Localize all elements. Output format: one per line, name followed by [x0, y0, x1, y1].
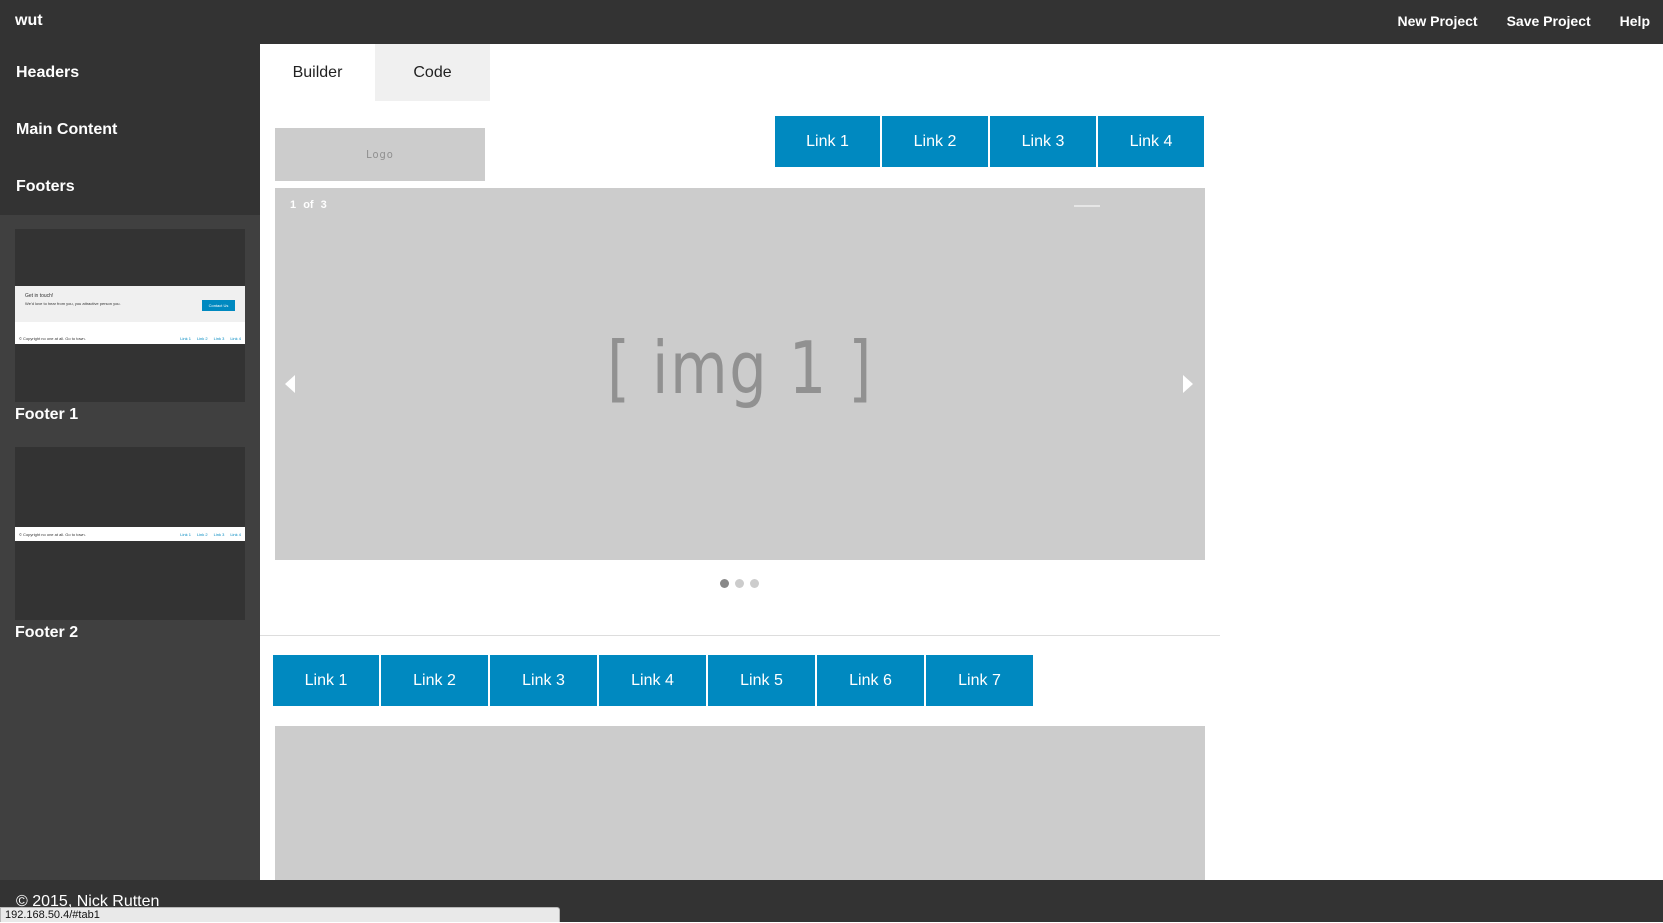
- browser-status-url: 192.168.50.4/#tab1: [0, 907, 560, 922]
- logo-placeholder[interactable]: Logo: [275, 128, 485, 181]
- sidebar-item-footers[interactable]: Footers: [0, 158, 260, 215]
- preview-copyright: © Copyright no one at all. Go to town.: [19, 336, 86, 341]
- main-nav: Link 1 Link 2 Link 3 Link 4 Link 5 Link …: [273, 655, 1033, 706]
- header-link-4[interactable]: Link 4: [1096, 116, 1204, 167]
- carousel-dot[interactable]: [750, 579, 759, 588]
- tab-builder[interactable]: Builder: [260, 44, 375, 101]
- carousel-prev-arrow-icon[interactable]: [285, 375, 295, 393]
- sidebar-item-main-content[interactable]: Main Content: [0, 101, 260, 158]
- top-nav: New Project Save Project Help: [1397, 13, 1650, 29]
- nav-link-7[interactable]: Link 7: [924, 655, 1033, 706]
- slide-total: 3: [320, 199, 327, 211]
- slide-of: of: [303, 199, 314, 211]
- app-brand[interactable]: wut: [15, 12, 43, 30]
- carousel-image-placeholder: [ img 1 ]: [606, 326, 874, 410]
- carousel-pagination: [720, 579, 759, 588]
- preview-contact-button: Contact Us: [202, 300, 235, 311]
- preview-link: Link 4: [230, 532, 241, 537]
- header-link-1[interactable]: Link 1: [775, 116, 880, 167]
- preview-link: Link 1: [180, 532, 191, 537]
- preview-links: Link 1 Link 2 Link 3 Link 4: [180, 336, 241, 341]
- sidebar: Headers Main Content Footers Get in touc…: [0, 44, 260, 880]
- preview-link: Link 2: [196, 532, 208, 537]
- carousel-dot[interactable]: [720, 579, 729, 588]
- preview-heading: Get in touch!: [25, 293, 54, 299]
- preview-subtext: We'd love to hear from you, you attracti…: [25, 301, 121, 306]
- slide-current: 1: [290, 199, 297, 211]
- footer-1-preview: Get in touch! We'd love to hear from you…: [15, 286, 245, 344]
- nav-link-4[interactable]: Link 4: [597, 655, 706, 706]
- nav-link-6[interactable]: Link 6: [815, 655, 924, 706]
- preview-link: Link 4: [230, 336, 241, 341]
- footer-1-label[interactable]: Footer 1: [15, 406, 78, 424]
- header-link-3[interactable]: Link 3: [988, 116, 1096, 167]
- image-carousel[interactable]: 1 of 3 [ img 1 ]: [275, 188, 1205, 560]
- header-link-2[interactable]: Link 2: [880, 116, 988, 167]
- top-bar: wut New Project Save Project Help: [0, 0, 1663, 44]
- editor-tabs: Builder Code: [260, 44, 490, 101]
- footer-2-preview: © Copyright no one at all. Go to town. L…: [15, 527, 245, 541]
- preview-links: Link 1 Link 2 Link 3 Link 4: [180, 532, 241, 537]
- section-divider: [260, 635, 1220, 636]
- content-placeholder-block[interactable]: [275, 726, 1205, 880]
- preview-link: Link 3: [213, 336, 225, 341]
- preview-link: Link 1: [180, 336, 191, 341]
- preview-copyright: © Copyright no one at all. Go to town.: [19, 532, 86, 537]
- slide-counter: 1 of 3: [290, 199, 327, 211]
- nav-link-5[interactable]: Link 5: [706, 655, 815, 706]
- nav-link-2[interactable]: Link 2: [379, 655, 488, 706]
- footer-1-thumbnail[interactable]: Get in touch! We'd love to hear from you…: [15, 229, 245, 402]
- new-project-link[interactable]: New Project: [1397, 13, 1477, 29]
- footer-2-thumbnail[interactable]: © Copyright no one at all. Go to town. L…: [15, 447, 245, 620]
- tab-code[interactable]: Code: [375, 44, 490, 101]
- nav-link-1[interactable]: Link 1: [273, 655, 379, 706]
- help-link[interactable]: Help: [1620, 13, 1650, 29]
- carousel-dot[interactable]: [735, 579, 744, 588]
- preview-link: Link 2: [196, 336, 208, 341]
- carousel-next-arrow-icon[interactable]: [1183, 375, 1193, 393]
- header-nav: Link 1 Link 2 Link 3 Link 4: [775, 116, 1204, 167]
- nav-link-3[interactable]: Link 3: [488, 655, 597, 706]
- save-project-link[interactable]: Save Project: [1507, 13, 1591, 29]
- carousel-pause-indicator[interactable]: [1074, 205, 1100, 207]
- preview-link: Link 3: [213, 532, 225, 537]
- sidebar-item-headers[interactable]: Headers: [0, 44, 260, 101]
- footer-2-label[interactable]: Footer 2: [15, 624, 78, 642]
